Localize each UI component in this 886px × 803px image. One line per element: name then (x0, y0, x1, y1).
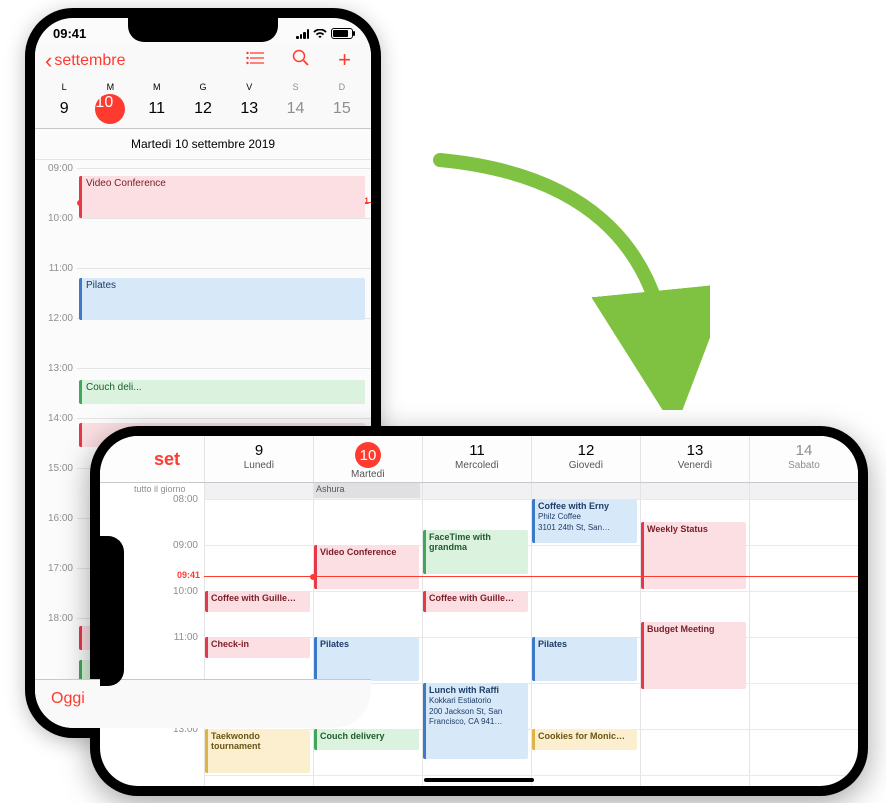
calendar-event[interactable]: Couch delivery (314, 729, 419, 750)
calendar-event[interactable]: Video Conference (314, 545, 419, 589)
day-1[interactable]: 10 (87, 94, 133, 124)
time-label: 14:00 (48, 413, 73, 424)
week-strip: L M M G V S D 9 10 11 12 13 14 15 (35, 82, 371, 129)
land-time-label: 11:00 (174, 632, 198, 643)
weekday-0: L (41, 82, 87, 92)
back-button[interactable]: ‹ settembre (45, 50, 125, 72)
weekday-5: S (272, 82, 318, 92)
land-now-label: 09:41 (177, 570, 200, 580)
landscape-screen: set 9Lunedì 10Martedì 11Mercoledì 12Giov… (100, 436, 858, 786)
battery-icon (331, 28, 353, 39)
time-label: 15:00 (48, 463, 73, 474)
calendar-event[interactable]: FaceTime with grandma (423, 530, 528, 574)
calendar-event[interactable]: Video Conference (79, 176, 365, 218)
time-label: 09:00 (48, 163, 73, 174)
weekday-1: M (87, 82, 133, 92)
list-view-icon[interactable] (246, 49, 264, 72)
calendar-event[interactable]: Pilates (79, 278, 365, 320)
rotate-arrow-icon (400, 140, 710, 410)
land-day-0[interactable]: 9Lunedì (204, 436, 313, 482)
weekday-6: D (319, 82, 365, 92)
chevron-left-icon: ‹ (45, 50, 52, 72)
weekday-3: G (180, 82, 226, 92)
status-time: 09:41 (53, 26, 86, 41)
land-day-2[interactable]: 11Mercoledì (422, 436, 531, 482)
allday-label: tutto il giorno (134, 484, 186, 494)
calendar-event[interactable]: Pilates (314, 637, 419, 681)
notch (128, 18, 278, 42)
time-label: 11:00 (49, 263, 73, 274)
weekday-4: V (226, 82, 272, 92)
month-button[interactable]: set (130, 436, 204, 482)
landscape-notch (100, 536, 124, 686)
land-day-4[interactable]: 13Venerdì (640, 436, 749, 482)
time-label: 10:00 (48, 213, 73, 224)
weekday-labels: L M M G V S D (41, 82, 365, 92)
calendar-event[interactable]: Cookies for Monic… (532, 729, 637, 750)
landscape-header: set 9Lunedì 10Martedì 11Mercoledì 12Giov… (100, 436, 858, 483)
signal-icon (296, 29, 309, 39)
land-day-1[interactable]: 10Martedì (313, 436, 422, 482)
time-label: 18:00 (48, 613, 73, 624)
land-events-container: Coffee with Guille… Check-in Taekwondo tou… (204, 499, 858, 786)
landscape-phone: set 9Lunedì 10Martedì 11Mercoledì 12Giov… (90, 426, 868, 796)
land-time-col: 09:41 08:0009:0010:0011:0012:0013:00 (130, 483, 204, 786)
calendar-event[interactable]: Pilates (532, 637, 637, 681)
back-label: settembre (54, 52, 125, 70)
day-6[interactable]: 15 (319, 94, 365, 124)
add-event-button[interactable]: + (338, 49, 351, 72)
land-now-dot-icon (310, 574, 316, 580)
today-button[interactable]: Oggi (51, 690, 85, 708)
land-time-label: 09:00 (173, 540, 198, 551)
day-0[interactable]: 9 (41, 94, 87, 124)
time-label: 17:00 (48, 563, 73, 574)
land-day-5[interactable]: 14Sabato (749, 436, 858, 482)
calendar-event[interactable]: Lunch with RaffiKokkari Estiatorio200 Ja… (423, 683, 528, 759)
weekday-2: M (134, 82, 180, 92)
time-label: 12:00 (48, 313, 73, 324)
calendar-event[interactable]: Coffee with Guille… (205, 591, 310, 612)
calendar-event[interactable]: Coffee with Guille… (423, 591, 528, 612)
land-day-3[interactable]: 12Giovedì (531, 436, 640, 482)
calendar-event[interactable]: Couch deli... (79, 380, 365, 404)
calendar-event[interactable]: Weekly Status (641, 522, 746, 589)
calendar-event[interactable]: Budget Meeting (641, 622, 746, 689)
status-icons (296, 28, 353, 39)
land-now-line (204, 576, 858, 577)
day-2[interactable]: 11 (134, 94, 180, 124)
home-indicator[interactable] (424, 778, 534, 782)
day-5[interactable]: 14 (272, 94, 318, 124)
time-label: 13:00 (48, 363, 73, 374)
calendar-event[interactable]: Taekwondo tournament (205, 729, 310, 773)
land-time-label: 08:00 (173, 494, 198, 505)
search-icon[interactable] (292, 49, 310, 72)
bottom-bar: Oggi x x (35, 679, 371, 728)
time-label: 16:00 (48, 513, 73, 524)
calendar-event[interactable]: Check-in (205, 637, 310, 658)
date-subtitle: Martedì 10 settembre 2019 (35, 129, 371, 160)
landscape-week-view[interactable]: 09:41 08:0009:0010:0011:0012:0013:00 tut… (100, 483, 858, 786)
nav-actions: + (246, 49, 361, 72)
day-3[interactable]: 12 (180, 94, 226, 124)
day-numbers: 9 10 11 12 13 14 15 (41, 94, 365, 124)
day-4[interactable]: 13 (226, 94, 272, 124)
land-time-label: 10:00 (173, 586, 198, 597)
nav-header: ‹ settembre + (35, 43, 371, 82)
wifi-icon (313, 29, 327, 39)
calendar-event[interactable]: Coffee with ErnyPhilz Coffee3101 24th St… (532, 499, 637, 543)
